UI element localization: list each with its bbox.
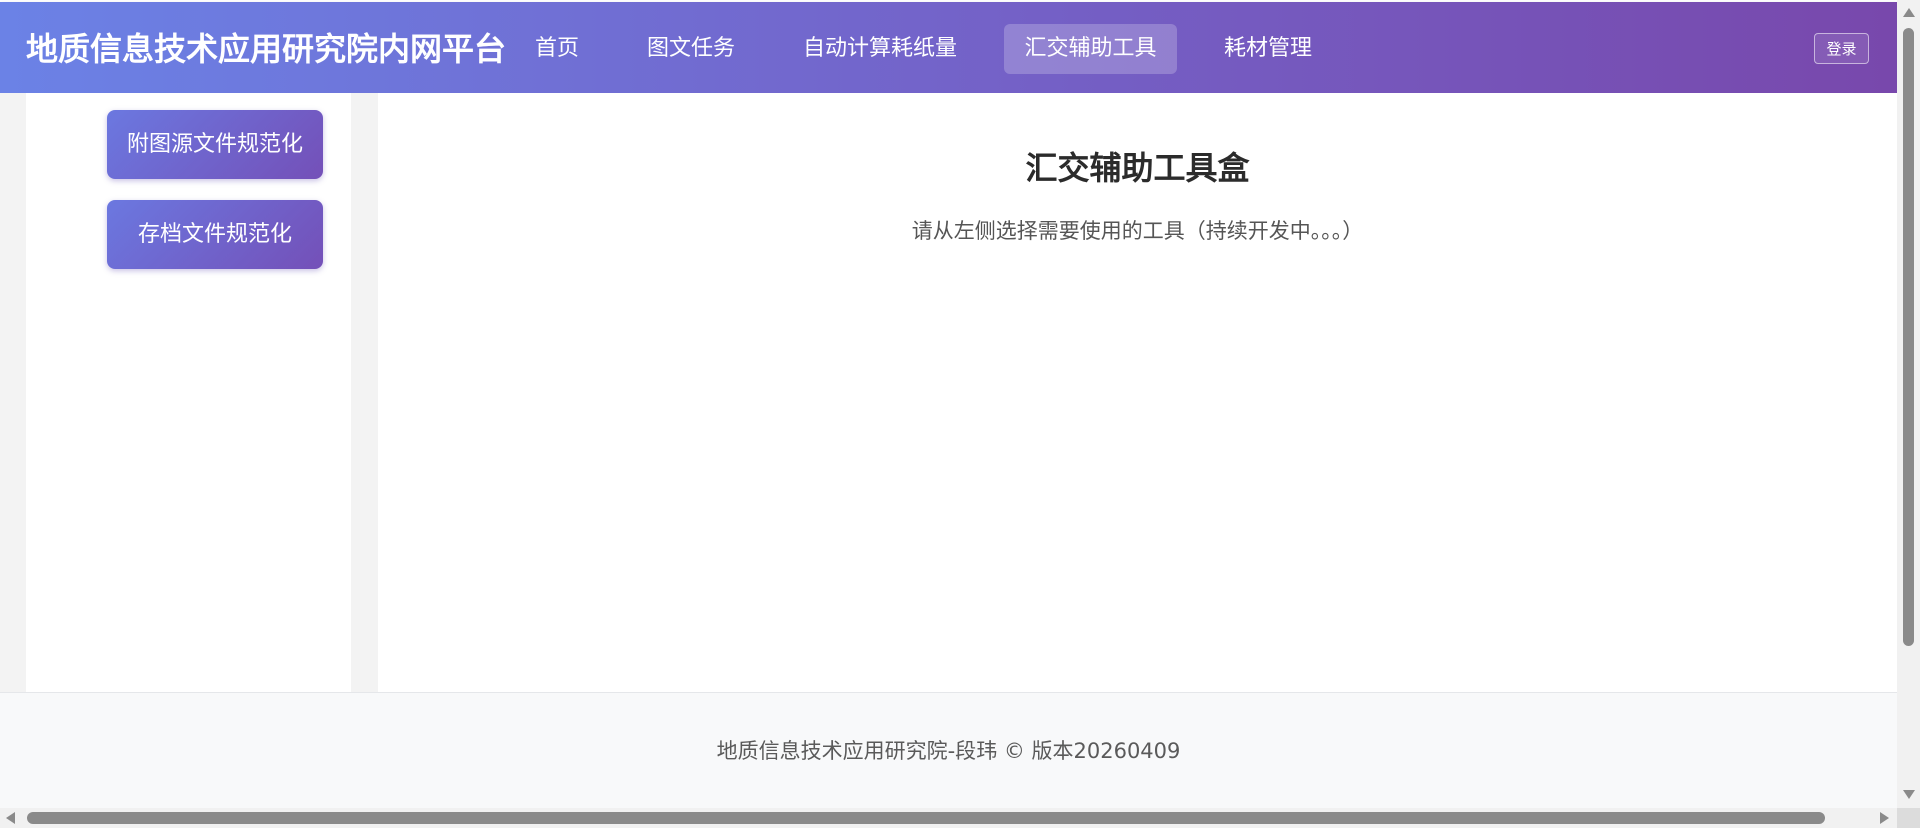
tool-button-figure-source-normalize[interactable]: 附图源文件规范化	[107, 110, 323, 179]
vertical-scrollbar[interactable]	[1897, 0, 1920, 808]
login-button[interactable]: 登录	[1814, 33, 1869, 64]
scroll-left-icon[interactable]	[6, 812, 15, 824]
footer-copyright: 地质信息技术应用研究院-段玮 © 版本20260409	[716, 739, 1181, 763]
page-subtitle: 请从左侧选择需要使用的工具（持续开发中。。。）	[911, 219, 1364, 243]
nav-item-consumables[interactable]: 耗材管理	[1212, 24, 1324, 74]
page: 地质信息技术应用研究院内网平台 首页 图文任务 自动计算耗纸量 汇交辅助工具 耗…	[0, 0, 1920, 828]
scrollbar-corner	[1897, 808, 1920, 828]
site-title: 地质信息技术应用研究院内网平台	[26, 30, 507, 68]
scroll-up-icon[interactable]	[1903, 8, 1915, 17]
scroll-down-icon[interactable]	[1903, 790, 1915, 799]
nav-item-tasks[interactable]: 图文任务	[630, 24, 752, 74]
scroll-right-icon[interactable]	[1880, 812, 1889, 824]
main-panel: 汇交辅助工具盒 请从左侧选择需要使用的工具（持续开发中。。。）	[378, 93, 1897, 692]
top-navbar: 地质信息技术应用研究院内网平台 首页 图文任务 自动计算耗纸量 汇交辅助工具 耗…	[0, 2, 1897, 93]
horizontal-scroll-thumb[interactable]	[27, 812, 1825, 824]
vertical-scroll-thumb[interactable]	[1903, 28, 1914, 646]
nav-item-submission-tools[interactable]: 汇交辅助工具	[1004, 24, 1177, 74]
footer: 地质信息技术应用研究院-段玮 © 版本20260409	[0, 692, 1897, 808]
nav-item-home[interactable]: 首页	[520, 24, 594, 74]
tool-button-archive-normalize[interactable]: 存档文件规范化	[107, 200, 323, 269]
page-title: 汇交辅助工具盒	[1025, 149, 1250, 187]
horizontal-scrollbar[interactable]	[0, 808, 1897, 828]
nav-item-paper-calc[interactable]: 自动计算耗纸量	[788, 24, 972, 74]
sidebar: 附图源文件规范化 存档文件规范化	[26, 93, 351, 692]
